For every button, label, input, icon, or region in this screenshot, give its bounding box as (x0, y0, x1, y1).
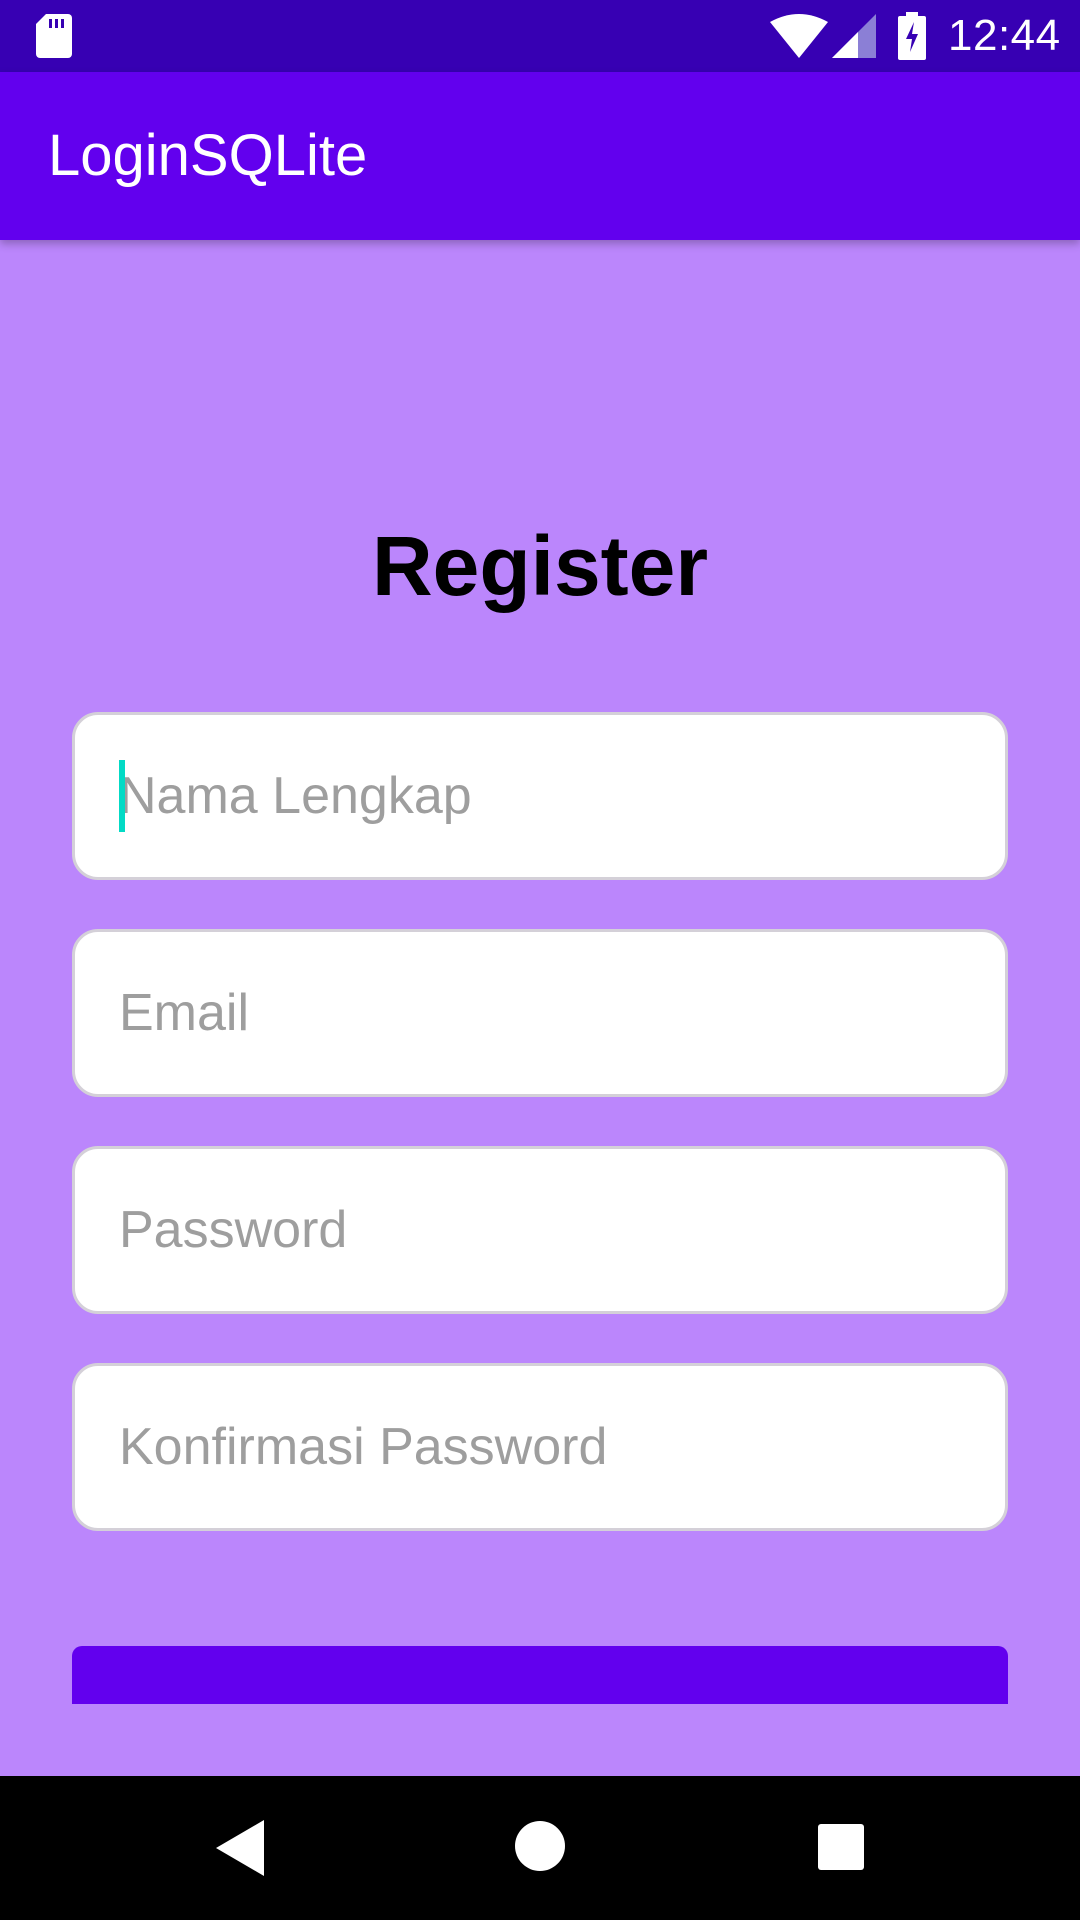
recents-icon[interactable] (818, 1824, 864, 1870)
register-screen: 12:44 LoginSQLite Register (0, 0, 1080, 1920)
password-field[interactable] (72, 1146, 1008, 1314)
wifi-icon (770, 14, 828, 58)
register-heading: Register (371, 519, 709, 613)
register-button[interactable] (72, 1646, 1008, 1704)
sd-card-icon (36, 14, 72, 58)
app-title: LoginSQLite (48, 123, 368, 188)
back-icon[interactable] (216, 1820, 264, 1876)
app-bar: LoginSQLite (0, 72, 1080, 240)
confirm-password-field[interactable] (72, 1363, 1008, 1531)
navigation-bar (0, 1776, 1080, 1920)
email-field[interactable] (72, 929, 1008, 1097)
battery-charging-icon (898, 12, 926, 60)
status-bar: 12:44 (0, 0, 1080, 72)
text-cursor (119, 760, 125, 832)
home-icon[interactable] (514, 1820, 566, 1872)
full-name-field[interactable] (72, 712, 1008, 880)
status-clock: 12:44 (948, 11, 1061, 60)
signal-icon (832, 14, 876, 58)
